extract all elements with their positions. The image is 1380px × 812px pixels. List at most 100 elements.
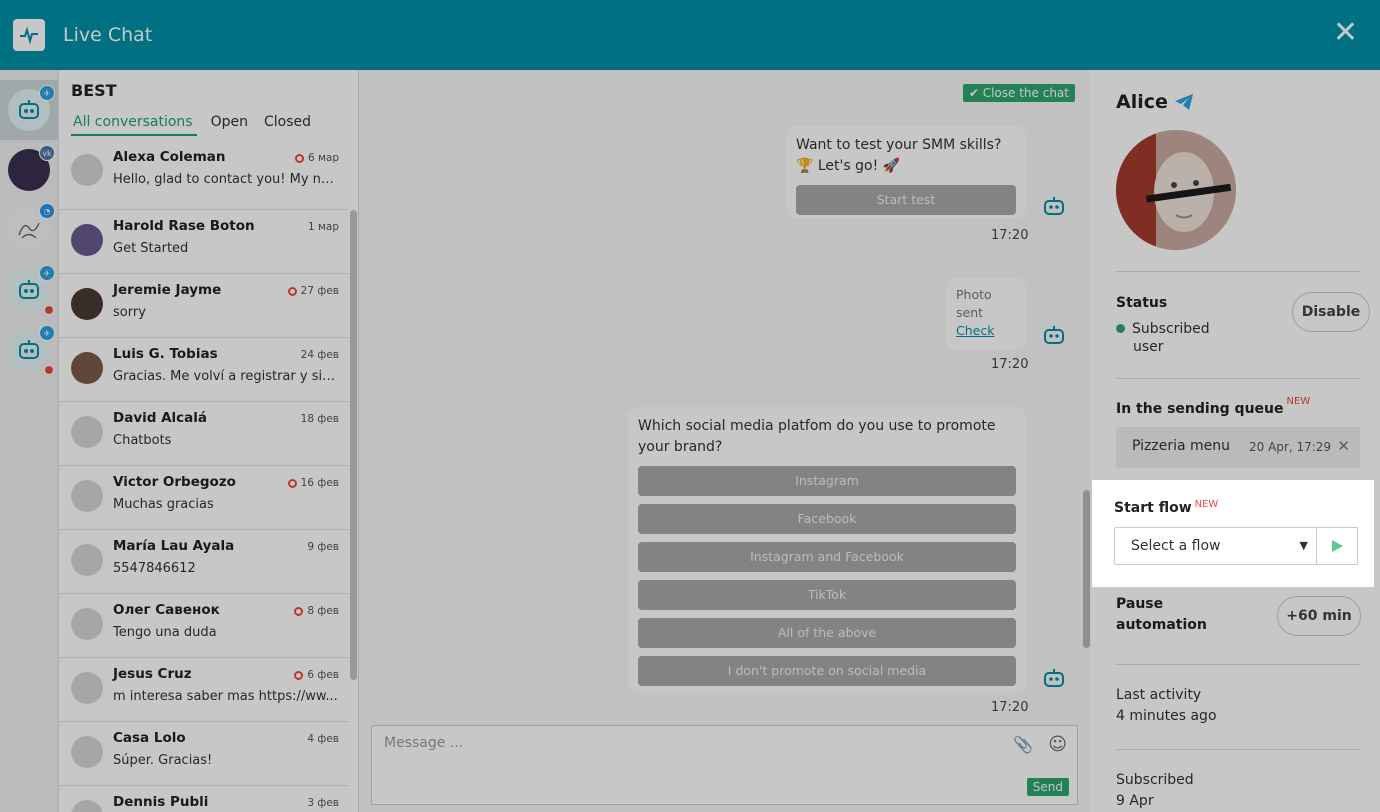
telegram-icon: ✈ bbox=[39, 325, 55, 341]
conversation-item[interactable]: Harold Rase Boton 1 мар Get Started bbox=[59, 210, 349, 274]
tab-open[interactable]: Open bbox=[209, 114, 250, 136]
option-tiktok-button[interactable]: TikTok bbox=[638, 580, 1016, 610]
unread-ring-icon bbox=[287, 478, 297, 488]
conversation-date: 18 фев bbox=[300, 413, 339, 425]
send-button[interactable]: Send bbox=[1026, 778, 1069, 796]
telegram-icon: ✈ bbox=[39, 265, 55, 281]
message-input[interactable]: Message ... bbox=[384, 735, 463, 751]
conversation-item[interactable]: Jesus Cruz 6 фев m interesa saber mas ht… bbox=[59, 658, 349, 722]
account-bot-telegram[interactable]: ✈ bbox=[0, 80, 58, 140]
account-messenger[interactable]: ◔ bbox=[0, 198, 58, 258]
last-message: Tengo una duda bbox=[113, 625, 217, 640]
status-label: Status bbox=[1116, 295, 1168, 311]
option-all-button[interactable]: All of the above bbox=[638, 618, 1016, 648]
contact-name: Alexa Coleman bbox=[113, 149, 226, 165]
account-sidebar: ✈ vk ◔ ✈ ✈ bbox=[0, 70, 59, 812]
user-avatar bbox=[1116, 130, 1236, 250]
contact-avatar bbox=[71, 352, 103, 384]
option-facebook-button[interactable]: Facebook bbox=[638, 504, 1016, 534]
option-none-button[interactable]: I don't promote on social media bbox=[638, 656, 1016, 686]
contact-name: Harold Rase Boton bbox=[113, 218, 255, 234]
flow-select[interactable]: Select a flow ▼ bbox=[1114, 527, 1317, 565]
last-message: Chatbots bbox=[113, 433, 172, 448]
option-instagram-button[interactable]: Instagram bbox=[638, 466, 1016, 496]
photo-sent-text: Photo sent bbox=[956, 287, 992, 320]
subscribed-value: 9 Apr bbox=[1116, 793, 1154, 809]
account-bot-telegram-2[interactable]: ✈ bbox=[0, 260, 58, 320]
contact-name: Casa Lolo bbox=[113, 730, 186, 746]
conversation-date: 8 фев bbox=[294, 605, 339, 617]
unread-ring-icon bbox=[294, 153, 304, 163]
status-value: Subscribed bbox=[1116, 321, 1210, 337]
contact-avatar bbox=[71, 480, 103, 512]
question-text: Which social media platfom do you use to… bbox=[638, 418, 996, 455]
conversation-item[interactable]: David Alcalá 18 фев Chatbots bbox=[59, 402, 349, 466]
status-value-cont: user bbox=[1133, 339, 1164, 355]
paperclip-icon[interactable]: 📎 bbox=[1013, 735, 1033, 754]
queue-item: Pizzeria menu 20 Apr, 17:29 ✕ bbox=[1116, 427, 1360, 468]
account-vk[interactable]: vk bbox=[0, 140, 58, 200]
account-bot-telegram-3[interactable]: ✈ bbox=[0, 320, 58, 380]
status-dot-icon bbox=[1116, 324, 1125, 333]
conversation-item[interactable]: Victor Orbegozo 16 фев Muchas gracias bbox=[59, 466, 349, 530]
conversation-date: 9 фев bbox=[307, 541, 339, 553]
conversation-item[interactable]: Jeremie Jayme 27 фев sorry bbox=[59, 274, 349, 338]
check-photo-link[interactable]: Check bbox=[956, 322, 1016, 340]
bot-icon bbox=[1044, 326, 1064, 344]
message-composer[interactable]: Message ... 📎 ☺ Send bbox=[371, 725, 1078, 805]
last-message: m interesa saber mas https://ww... bbox=[113, 689, 338, 704]
conversation-item[interactable]: Luis G. Tobias 24 фев Gracias. Me volví … bbox=[59, 338, 349, 402]
conversation-item[interactable]: María Lau Ayala 9 фев 5547846612 bbox=[59, 530, 349, 594]
remove-queue-icon[interactable]: ✕ bbox=[1337, 437, 1350, 455]
conversation-item[interactable]: Dennis Publi 3 фев bbox=[59, 786, 349, 812]
bot-question-message: Which social media platfom do you use to… bbox=[628, 407, 1026, 693]
pause-60-min-button[interactable]: +60 min bbox=[1277, 596, 1361, 636]
bot-avatar-icon: ✈ bbox=[8, 85, 55, 131]
close-icon[interactable]: ✕ bbox=[1333, 18, 1358, 48]
start-flow-label: Start flow NEW bbox=[1114, 499, 1219, 516]
tab-all-conversations[interactable]: All conversations bbox=[71, 114, 197, 136]
contact-avatar bbox=[71, 154, 103, 186]
conversation-tabs: All conversations Open Closed bbox=[71, 114, 325, 136]
chat-scrollbar[interactable] bbox=[1083, 490, 1090, 648]
message-time: 17:20 bbox=[991, 228, 1029, 243]
conversation-item[interactable]: Олег Савенок 8 фев Tengo una duda bbox=[59, 594, 349, 658]
tab-closed[interactable]: Closed bbox=[262, 114, 313, 136]
conversation-item[interactable]: Casa Lolo 4 фев Súper. Gracias! bbox=[59, 722, 349, 786]
conversation-item[interactable]: Alexa Coleman 6 мар Hello, glad to conta… bbox=[59, 146, 349, 210]
sketch-account-avatar: ◔ bbox=[8, 203, 55, 249]
unread-ring-icon bbox=[294, 606, 304, 616]
contact-avatar bbox=[71, 608, 103, 640]
start-flow-section: Start flow NEW Select a flow ▼ bbox=[1092, 480, 1374, 587]
telegram-icon bbox=[1174, 94, 1193, 110]
last-activity-label: Last activity bbox=[1116, 687, 1202, 703]
option-instagram-facebook-button[interactable]: Instagram and Facebook bbox=[638, 542, 1016, 572]
contact-name: Luis G. Tobias bbox=[113, 346, 218, 362]
contact-name: Victor Orbegozo bbox=[113, 474, 236, 490]
contact-avatar bbox=[71, 672, 103, 704]
conversation-date: 1 мар bbox=[307, 221, 339, 233]
last-message: sorry bbox=[113, 305, 146, 320]
app-header: Live Chat ✕ bbox=[0, 0, 1380, 70]
last-message: Muchas gracias bbox=[113, 497, 214, 512]
disable-button[interactable]: Disable bbox=[1292, 292, 1370, 332]
close-chat-button[interactable]: ✔ Close the chat bbox=[962, 84, 1075, 102]
conversation-date: 6 мар bbox=[294, 152, 339, 164]
contact-avatar bbox=[71, 544, 103, 576]
queue-flow-date: 20 Apr, 17:29 bbox=[1249, 440, 1332, 454]
app-logo-icon bbox=[13, 19, 45, 51]
start-flow-button[interactable] bbox=[1317, 527, 1358, 565]
contact-name: David Alcalá bbox=[113, 410, 208, 426]
bot-message: Want to test your SMM skills? 🏆 Let's go… bbox=[786, 126, 1026, 218]
message-time: 17:20 bbox=[991, 700, 1029, 715]
vk-icon: vk bbox=[39, 145, 55, 161]
conversation-date: 16 фев bbox=[287, 477, 339, 489]
start-test-button[interactable]: Start test bbox=[796, 185, 1016, 215]
message-text: Want to test your SMM skills? 🏆 Let's go… bbox=[796, 137, 1002, 174]
chat-area: ✔ Close the chat Want to test your SMM s… bbox=[359, 70, 1091, 812]
emoji-icon[interactable]: ☺ bbox=[1048, 734, 1067, 755]
conversation-list-panel: BEST All conversations Open Closed Alexa… bbox=[59, 70, 359, 812]
unread-ring-icon bbox=[294, 670, 304, 680]
conversation-list-scrollbar[interactable] bbox=[350, 210, 357, 680]
bot-avatar-icon: ✈ bbox=[8, 325, 55, 375]
